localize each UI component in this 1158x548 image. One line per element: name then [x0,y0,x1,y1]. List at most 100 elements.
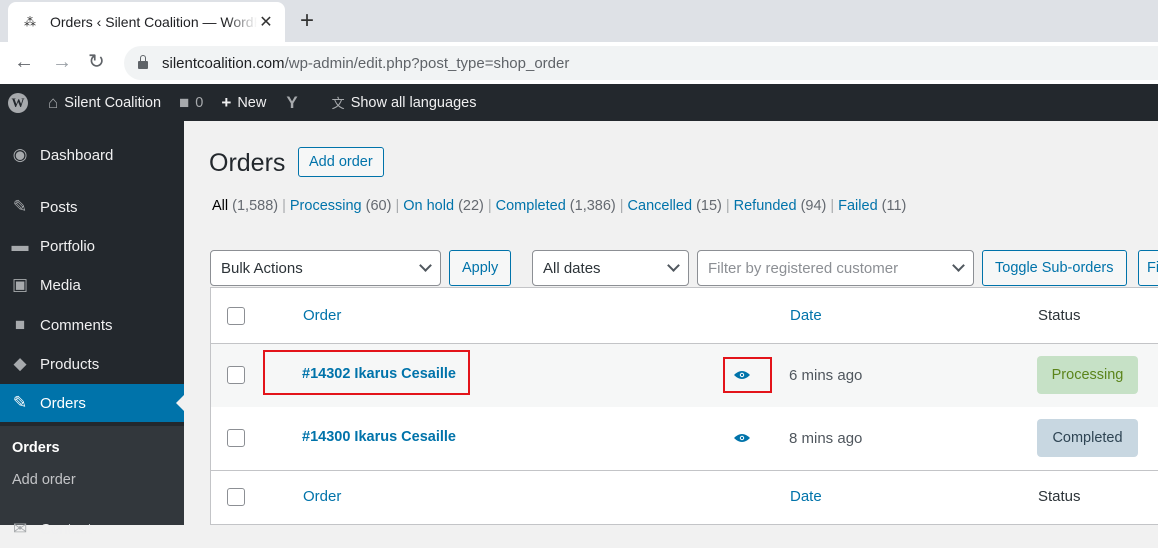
site-favicon-icon: ⁂ [24,15,36,29]
back-arrow-icon[interactable]: ← [14,51,34,73]
sidebar-item-media[interactable]: ▣ Media [0,266,184,304]
translate-icon: 文 [331,96,345,111]
highlight-box-preview [723,357,772,393]
sidebar-item-label: Media [40,276,81,294]
filter-all[interactable]: All (1,588) [212,198,278,214]
table-footer-row: Order Date Status [211,470,1158,526]
bulk-actions-value: Bulk Actions [221,259,303,277]
customer-filter-placeholder: Filter by registered customer [708,259,899,277]
sidebar-item-posts[interactable]: ✎ Posts [0,188,184,226]
site-name: Silent Coalition [64,94,162,111]
select-all-checkbox[interactable] [227,307,245,325]
page-title: Orders [209,149,286,177]
orders-table: Order Date Status #14302 Ikarus Cesaille… [210,287,1158,525]
status-filter-links: All (1,588) | Processing (60) | On hold (22)… [212,198,907,214]
apply-button[interactable]: Apply [449,250,512,286]
admin-sidebar: ◉ Dashboard ✎ Posts ▬ Portfolio ▣ Media … [0,121,184,538]
address-bar[interactable]: silentcoalition.com/wp-admin/edit.php?po… [124,46,1158,80]
url-path: /wp-admin/edit.php?post_type=shop_order [284,54,570,72]
sidebar-item-contact[interactable]: ✉ Contact [0,510,184,548]
filter-refunded[interactable]: Refunded [734,198,797,214]
toggle-suborders-button[interactable]: Toggle Sub-orders [982,250,1127,286]
row-checkbox[interactable] [227,429,245,447]
highlight-box-order [263,350,470,395]
dates-select[interactable]: All dates [532,250,689,286]
site-name-link[interactable]: ⌂ Silent Coalition [40,84,169,121]
comments-count: 0 [195,94,204,111]
yoast-seo-button[interactable]: Y [274,84,311,121]
filter-failed[interactable]: Failed [838,198,878,214]
browser-tab-strip: ⁂ Orders ‹ Silent Coalition — WordPress … [0,0,1158,42]
comments-link[interactable]: ■ 0 [169,84,211,121]
sidebar-item-label: Products [40,355,100,373]
tab-title: Orders ‹ Silent Coalition — WordPress [50,14,257,30]
mail-icon: ✉ [12,519,28,538]
status-badge: Completed [1037,419,1138,457]
languages-label: Show all languages [350,94,477,111]
filter-count: (22) [458,198,484,214]
new-tab-button[interactable]: + [300,8,314,34]
row-checkbox[interactable] [227,366,245,384]
filter-count: (1,386) [569,198,616,214]
order-date: 8 mins ago [789,430,863,447]
sidebar-item-products[interactable]: ◆ Products [0,345,184,383]
comment-bubble-icon: ■ [179,92,190,112]
table-row[interactable]: #14300 Ikarus Cesaille 8 mins ago Comple… [211,407,1158,470]
filter-completed[interactable]: Completed [496,198,566,214]
dashboard-icon: ◉ [12,145,28,164]
forward-arrow-icon[interactable]: → [52,51,72,73]
new-label: New [237,94,267,111]
filter-label: Failed [838,198,878,214]
column-footer-order[interactable]: Order [303,488,341,505]
sidebar-item-label: Posts [40,198,78,216]
table-header-row: Order Date Status [211,288,1158,344]
status-badge: Processing [1037,356,1138,394]
preview-eye-icon[interactable] [734,433,750,443]
filter-on-hold[interactable]: On hold [403,198,454,214]
new-content-link[interactable]: + New [211,84,274,121]
close-tab-icon[interactable]: ✕ [257,12,275,32]
column-header-date[interactable]: Date [790,307,822,324]
column-footer-date[interactable]: Date [790,488,822,505]
chevron-down-icon [419,259,432,272]
filter-count: (15) [696,198,722,214]
column-footer-status: Status [1038,488,1081,505]
url-text: silentcoalition.com/wp-admin/edit.php?po… [162,55,569,72]
sidebar-item-portfolio[interactable]: ▬ Portfolio [0,227,184,265]
reload-icon[interactable]: ↻ [88,51,105,73]
home-icon: ⌂ [48,92,59,112]
filter-count: (11) [881,198,907,214]
sidebar-item-dashboard[interactable]: ◉ Dashboard [0,136,184,174]
sidebar-item-orders[interactable]: ✎ Orders [0,384,184,422]
lock-icon [138,55,148,69]
filter-processing[interactable]: Processing [290,198,362,214]
filter-cancelled[interactable]: Cancelled [628,198,693,214]
filter-label: On hold [403,198,455,214]
box-icon: ◆ [13,354,27,373]
select-all-checkbox-footer[interactable] [227,488,245,506]
languages-link[interactable]: 文 Show all languages [312,84,485,121]
chevron-down-icon [667,259,680,272]
submenu-add-order[interactable]: Add order [12,472,76,488]
wp-logo-button[interactable]: W [0,84,40,121]
filter-label: Completed [495,198,566,214]
chevron-down-icon [952,259,965,272]
submenu-orders[interactable]: Orders [12,440,60,456]
add-order-button[interactable]: Add order [298,147,384,177]
filter-label: Cancelled [627,198,693,214]
browser-tab[interactable]: ⁂ Orders ‹ Silent Coalition — WordPress … [8,2,285,42]
sidebar-item-label: Contact [40,520,92,538]
filter-label: All [212,198,229,214]
order-link[interactable]: #14300 Ikarus Cesaille [302,429,456,445]
dates-value: All dates [543,259,601,277]
wp-admin-bar: W ⌂ Silent Coalition ■ 0 + New Y 文 Show … [0,84,1158,121]
pin-icon: ✎ [12,393,28,412]
main-content: Orders Add order All (1,588) | Processing … [184,121,1158,525]
column-header-order[interactable]: Order [303,307,341,324]
filter-button[interactable]: Fi [1138,250,1158,286]
customer-filter-select[interactable]: Filter by registered customer [697,250,974,286]
plus-icon: + [221,92,232,112]
sidebar-item-comments[interactable]: ■ Comments [0,306,184,344]
bulk-actions-select[interactable]: Bulk Actions [210,250,441,286]
order-date: 6 mins ago [789,367,863,384]
